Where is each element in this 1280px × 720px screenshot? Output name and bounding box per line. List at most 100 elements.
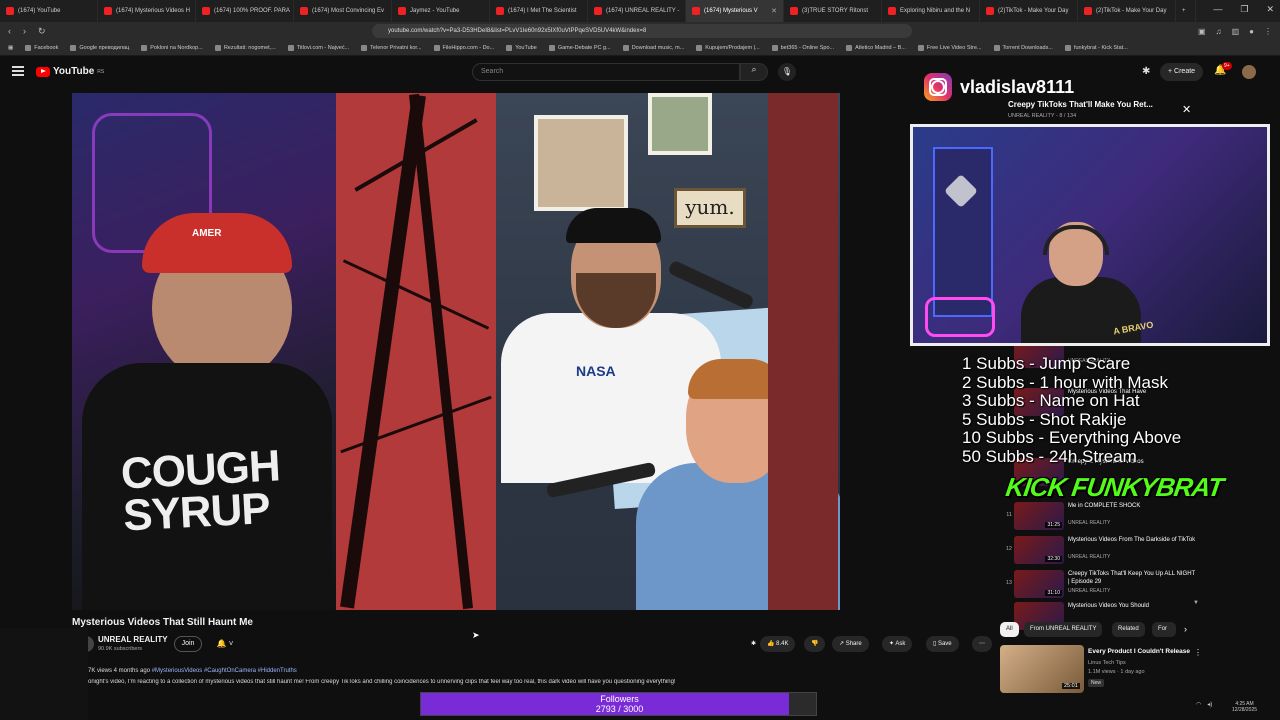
apps-icon[interactable]: ▦ — [8, 45, 13, 51]
avatar[interactable] — [1242, 65, 1256, 79]
new-tab-icon[interactable]: + — [1176, 0, 1196, 22]
browser-tab[interactable]: (1674) Mysterious Videos H — [98, 0, 196, 22]
description-meta[interactable]: 7K views 4 months ago #MysteriousVideos … — [88, 668, 297, 674]
browser-tab[interactable]: Exploring Nibiru and the N — [882, 0, 980, 22]
playlist-item[interactable]: 12 32:30 Mysterious Videos From The Darksi… — [1002, 536, 1202, 570]
share-label: Share — [845, 641, 862, 647]
extension-icon[interactable]: ♫ — [1216, 27, 1222, 36]
channel-name[interactable]: UNREAL REALITY — [98, 635, 168, 644]
url-field[interactable]: youtube.com/watch?v=Pa3-D53HDeI8&list=PL… — [372, 24, 912, 38]
browser-tab[interactable]: (1674) I Met The Scientist — [490, 0, 588, 22]
save-button[interactable]: ▯ Save — [926, 636, 959, 652]
ask-button[interactable]: ✦ Ask — [882, 636, 913, 652]
bookmark-label: Free Live Video Stre... — [926, 45, 982, 51]
browser-tab-bar: (1674) YouTube (1674) Mysterious Videos H… — [0, 0, 1280, 22]
more-actions-icon[interactable]: ⋯ — [972, 636, 992, 652]
more-icon[interactable]: ⋮ — [1264, 27, 1272, 36]
bookmark-item[interactable]: funkybrat - Kick Stat... — [1064, 45, 1128, 51]
bookmark-favicon-icon — [1064, 45, 1071, 51]
close-tab-icon[interactable]: ✕ — [771, 7, 777, 15]
share-button[interactable]: ↗ Share — [832, 636, 869, 652]
minimize-icon[interactable]: — — [1213, 4, 1222, 15]
browser-tab[interactable]: (2)TikTok - Make Your Day — [1078, 0, 1176, 22]
browser-tab[interactable]: (1674) Most Convincing Ev — [294, 0, 392, 22]
bookmark-item[interactable]: YouTube — [506, 45, 537, 51]
bookmark-item[interactable]: Facebook — [25, 45, 58, 51]
menu-icon[interactable] — [12, 66, 24, 76]
system-clock[interactable]: 4:25 AM 12/28/2025 — [1232, 701, 1257, 713]
description-tags[interactable]: #MysteriousVideos #CaughtOnCamera #Hidde… — [152, 668, 297, 674]
bookmark-favicon-icon — [141, 45, 148, 51]
bookmark-label: Atletico Madrid – B... — [855, 45, 906, 51]
bookmark-item[interactable]: FileHippo.com - Do... — [433, 45, 494, 51]
create-button[interactable]: + Create — [1160, 63, 1204, 81]
browser-tab[interactable]: (1674) Mysterious V ✕ — [686, 0, 784, 22]
playlist-item-thumbnail[interactable]: 31:25 — [1014, 502, 1064, 530]
volume-icon[interactable]: ◂) — [1207, 701, 1212, 708]
bookmark-item[interactable]: Download music, m... — [622, 45, 684, 51]
tab-label: Jaymez - YouTube — [410, 8, 460, 14]
recommended-title[interactable]: Every Product I Couldn't Release — [1088, 648, 1190, 655]
bookmark-item[interactable]: Kupujem/Prodajem |... — [696, 45, 760, 51]
more-options-icon[interactable]: ⋮ — [1194, 648, 1202, 657]
playlist-item[interactable]: 11 31:25 Me in COMPLETE SHOCK UNREAL REALIT… — [1002, 502, 1202, 536]
search-input[interactable]: Search — [472, 63, 740, 81]
join-button[interactable]: Join — [174, 636, 202, 652]
recommended-channel[interactable]: Linus Tech Tips — [1088, 660, 1126, 666]
bookmark-item[interactable]: Atletico Madrid – B... — [846, 45, 906, 51]
forward-icon[interactable]: › — [23, 26, 26, 37]
youtube-logo[interactable]: YouTube RS — [36, 66, 104, 77]
playlist-scroll-down-icon[interactable]: ▼ — [1193, 600, 1199, 606]
bookmark-item[interactable]: Free Live Video Stre... — [917, 45, 982, 51]
back-icon[interactable]: ‹ — [8, 26, 11, 37]
bookmark-item[interactable]: Torrent Downloads... — [993, 45, 1053, 51]
bookmark-item[interactable]: bet365 - Online Spo... — [771, 45, 834, 51]
chevron-right-icon[interactable]: › — [1184, 624, 1187, 634]
bookmark-item[interactable]: Pokloni na Nordkop... — [141, 45, 203, 51]
close-icon[interactable]: ✕ — [1266, 4, 1274, 15]
wifi-icon[interactable]: ◠ — [1196, 701, 1201, 708]
browser-tab[interactable]: (3)TRUE STORY Ritonst — [784, 0, 882, 22]
maximize-icon[interactable]: ❐ — [1240, 4, 1248, 15]
browser-tab[interactable]: (1674) YouTube — [0, 0, 98, 22]
like-button[interactable]: 👍 8.4K — [760, 636, 796, 652]
close-icon[interactable]: ✕ — [1182, 103, 1191, 116]
bookmark-item[interactable]: Google преводилац — [70, 45, 129, 51]
reload-icon[interactable]: ↻ — [38, 26, 46, 37]
channel-subscribers: 90.9K subscribers — [98, 646, 143, 652]
bookmark-item[interactable]: Telenor Privatni kor... — [361, 45, 422, 51]
dislike-button[interactable]: 👎 — [804, 636, 826, 652]
extension-gear-icon[interactable]: ✱ — [1142, 66, 1150, 77]
playlist-item[interactable]: 13 31:10 Creepy TikToks That'll Keep You U… — [1002, 570, 1202, 604]
sidebar-icon[interactable]: ▥ — [1232, 27, 1240, 36]
chip-filter[interactable]: Related — [1112, 622, 1145, 637]
microphone-icon[interactable]: 🎙 — [778, 63, 796, 81]
video-right-edge — [768, 93, 838, 610]
browser-tab[interactable]: Jaymez - YouTube — [392, 0, 490, 22]
browser-tab[interactable]: (1674) 100% PROOF. PARA — [196, 0, 294, 22]
chip-all[interactable]: All — [1000, 622, 1019, 637]
video-player[interactable]: AMER COUGH SYRUP yum. NASA — [72, 93, 840, 610]
bookmark-item[interactable]: Rezultati: nogomet,... — [214, 45, 276, 51]
playlist-item-channel: UNREAL REALITY — [1068, 554, 1111, 560]
browser-tab[interactable]: (1674) UNREAL REALITY - — [588, 0, 686, 22]
system-tray: ◠ ◂) — [1196, 701, 1212, 708]
tab-label: (1674) Mysterious Videos H — [116, 8, 190, 14]
bookmark-favicon-icon — [993, 45, 1000, 51]
extension-icon[interactable]: ▣ — [1198, 27, 1206, 36]
description-text[interactable]: onight's video, I'm reacting to a collec… — [88, 679, 788, 685]
playlist-item-thumbnail[interactable]: 31:10 — [1014, 570, 1064, 598]
chip-filter[interactable]: For — [1152, 622, 1176, 637]
recommended-duration: 25:01 — [1062, 683, 1080, 689]
bookmark-item[interactable]: Titlovi.com - Najveć... — [287, 45, 349, 51]
search-icon[interactable]: ⌕ — [740, 63, 768, 81]
bookmark-item[interactable]: Game-Debate PC g... — [548, 45, 611, 51]
recommended-meta: 1.1M views · 1 day ago — [1088, 669, 1145, 675]
chip-filter[interactable]: From UNREAL REALITY — [1024, 622, 1103, 637]
photo-frame — [648, 93, 712, 155]
subscribe-bell-icon[interactable]: 🔔 ˅ — [208, 636, 242, 652]
profile-icon[interactable]: ● — [1249, 27, 1254, 36]
browser-tab[interactable]: (2)TikTok - Make Your Day — [980, 0, 1078, 22]
playlist-title[interactable]: Creepy TikToks That'll Make You Ret... — [1008, 100, 1153, 109]
playlist-item-thumbnail[interactable]: 32:30 — [1014, 536, 1064, 564]
